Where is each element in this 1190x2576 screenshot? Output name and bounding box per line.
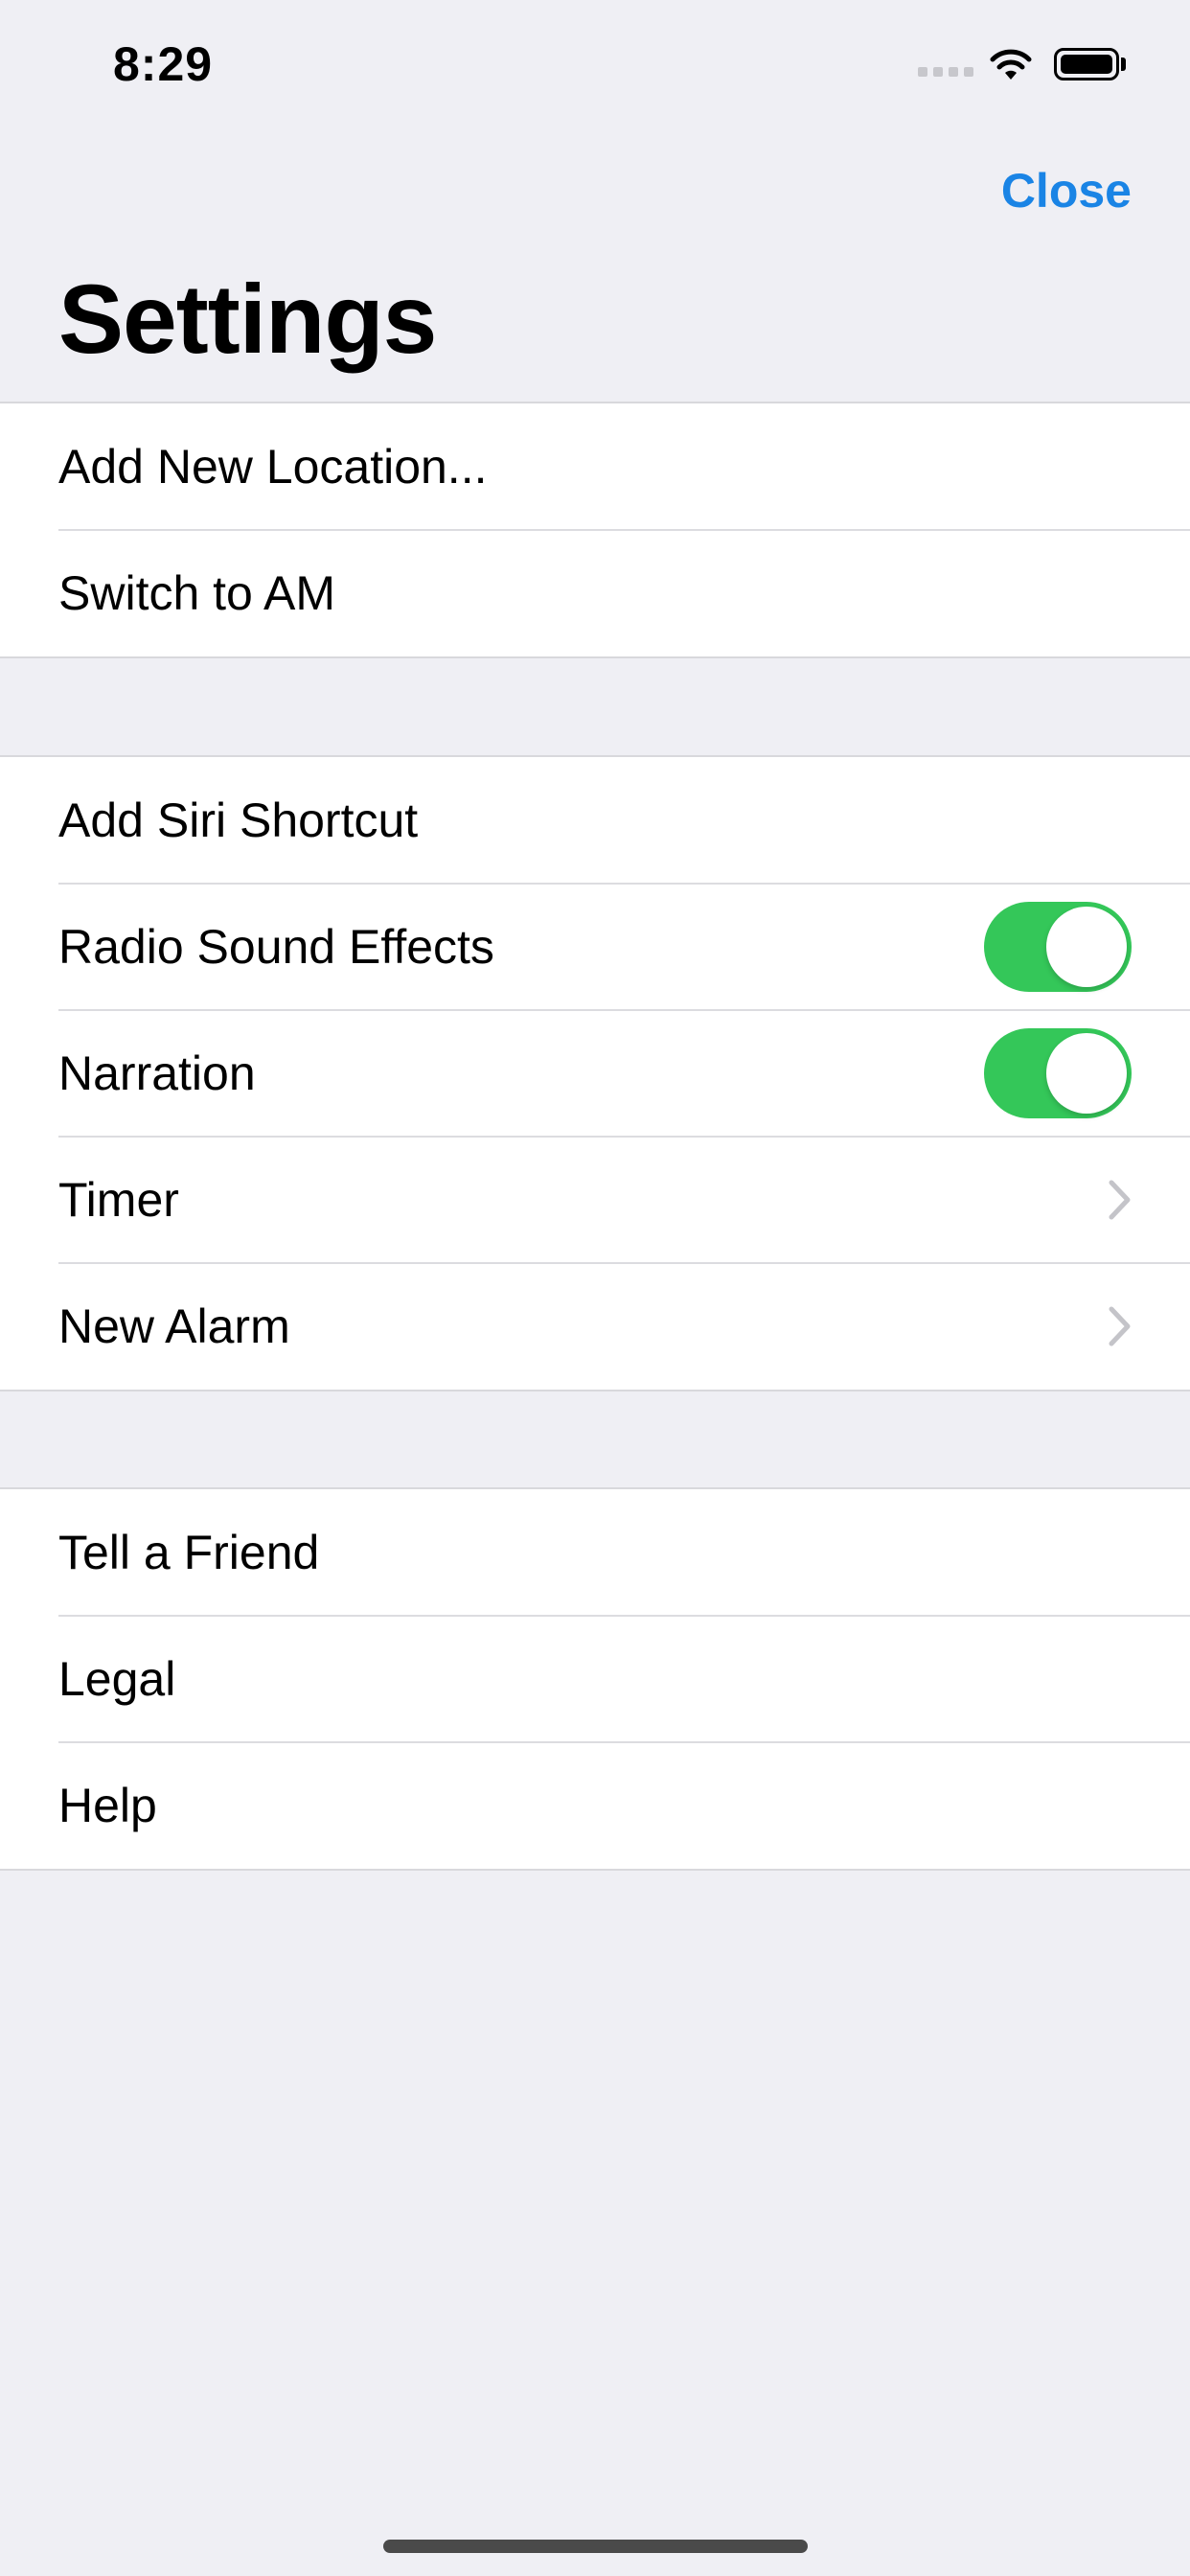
- home-indicator[interactable]: [383, 2540, 808, 2553]
- row-label: Legal: [58, 1652, 176, 1706]
- cellular-signal-icon: [918, 67, 973, 77]
- row-add-new-location[interactable]: Add New Location...: [0, 403, 1190, 530]
- row-tell-a-friend[interactable]: Tell a Friend: [0, 1489, 1190, 1616]
- row-narration: Narration: [0, 1009, 1190, 1137]
- row-label: Add New Location...: [58, 440, 488, 494]
- settings-group-locations: Add New Location... Switch to AM: [0, 402, 1190, 658]
- status-bar: 8:29: [0, 0, 1190, 129]
- row-timer[interactable]: Timer: [0, 1136, 1190, 1263]
- row-help[interactable]: Help: [0, 1741, 1190, 1869]
- chevron-right-icon: [1109, 1306, 1131, 1346]
- status-time: 8:29: [113, 37, 214, 91]
- radio-sound-effects-toggle[interactable]: [984, 902, 1132, 992]
- settings-group-features: Add Siri Shortcut Radio Sound Effects Na…: [0, 755, 1190, 1392]
- page-title: Settings: [58, 264, 437, 374]
- narration-toggle[interactable]: [984, 1028, 1132, 1118]
- settings-group-about: Tell a Friend Legal Help: [0, 1487, 1190, 1871]
- row-add-siri-shortcut[interactable]: Add Siri Shortcut: [0, 757, 1190, 884]
- battery-cap: [1121, 58, 1126, 71]
- row-label: Add Siri Shortcut: [58, 794, 419, 847]
- chevron-right-icon: [1109, 1180, 1131, 1220]
- row-label: Radio Sound Effects: [58, 920, 494, 974]
- wifi-icon: [990, 49, 1032, 80]
- close-button[interactable]: Close: [1001, 163, 1132, 218]
- row-label: Narration: [58, 1046, 256, 1100]
- row-label: Tell a Friend: [58, 1526, 320, 1579]
- row-radio-sound-effects: Radio Sound Effects: [0, 883, 1190, 1010]
- row-label: Switch to AM: [58, 566, 335, 620]
- battery-icon: [1054, 48, 1119, 80]
- row-label: Timer: [58, 1173, 179, 1227]
- row-label: New Alarm: [58, 1300, 290, 1353]
- row-legal[interactable]: Legal: [0, 1615, 1190, 1742]
- row-switch-to-am[interactable]: Switch to AM: [0, 529, 1190, 656]
- row-new-alarm[interactable]: New Alarm: [0, 1262, 1190, 1390]
- row-label: Help: [58, 1779, 157, 1832]
